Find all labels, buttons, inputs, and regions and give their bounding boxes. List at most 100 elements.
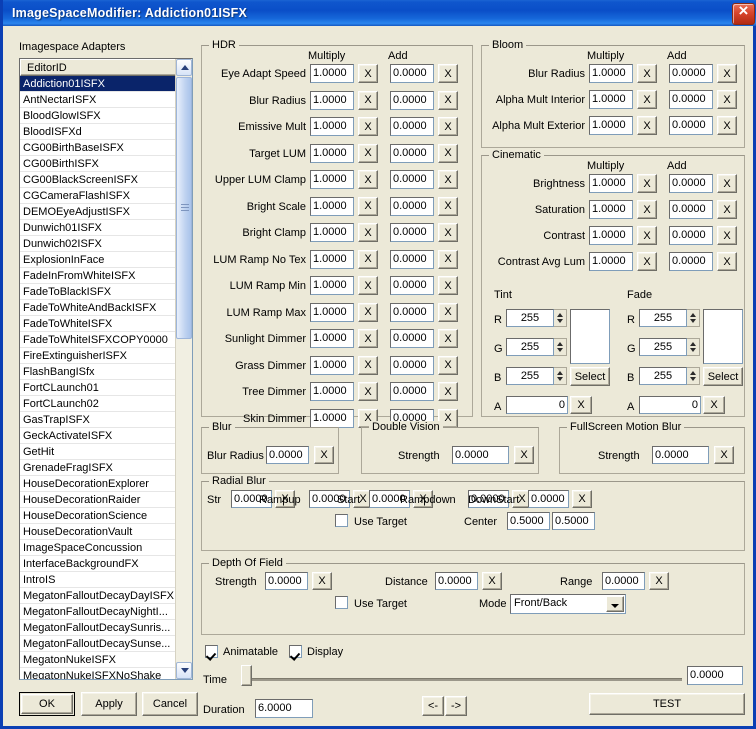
tint-select-button[interactable]: Select: [570, 367, 610, 386]
hdr-multiply-clear-button[interactable]: X: [358, 382, 378, 401]
list-item[interactable]: FadeToWhiteAndBackISFX: [20, 300, 177, 316]
radial-blur-center-y-input[interactable]: 0.5000: [552, 512, 595, 530]
cinematic-add-clear-button[interactable]: X: [717, 252, 737, 271]
list-item[interactable]: GetHit: [20, 444, 177, 460]
list-item[interactable]: HouseDecorationRaider: [20, 492, 177, 508]
list-item[interactable]: AntNectarISFX: [20, 92, 177, 108]
bloom-multiply-clear-button[interactable]: X: [637, 90, 657, 109]
scroll-up-icon[interactable]: [176, 59, 192, 76]
tint-color-swatch[interactable]: [570, 309, 610, 364]
double-vision-strength-input[interactable]: 0.0000: [452, 446, 509, 464]
hdr-add-input[interactable]: 0.0000: [390, 223, 434, 242]
hdr-add-clear-button[interactable]: X: [438, 64, 458, 83]
bloom-add-clear-button[interactable]: X: [717, 90, 737, 109]
close-icon[interactable]: [732, 1, 755, 25]
fsmb-strength-input[interactable]: 0.0000: [652, 446, 709, 464]
list-item[interactable]: HouseDecorationVault: [20, 524, 177, 540]
dof-mode-select[interactable]: Front/Back: [510, 594, 626, 614]
list-item[interactable]: FadeInFromWhiteISFX: [20, 268, 177, 284]
hdr-add-clear-button[interactable]: X: [438, 196, 458, 216]
bloom-multiply-input[interactable]: 1.0000: [589, 90, 633, 109]
time-slider-thumb[interactable]: [241, 665, 252, 686]
fade-b-input[interactable]: 255: [639, 367, 687, 385]
hdr-multiply-input[interactable]: 1.0000: [310, 223, 354, 242]
list-item[interactable]: MegatonFalloutDecaySunris...: [20, 620, 177, 636]
scrollbar-thumb[interactable]: [176, 77, 192, 339]
list-item[interactable]: GrenadeFragISFX: [20, 460, 177, 476]
list-item[interactable]: HouseDecorationExplorer: [20, 476, 177, 492]
hdr-add-clear-button[interactable]: X: [438, 355, 458, 375]
cinematic-multiply-clear-button[interactable]: X: [637, 252, 657, 271]
apply-button[interactable]: Apply: [81, 692, 137, 716]
radial-blur-field-clear-button[interactable]: X: [572, 490, 592, 508]
cinematic-add-input[interactable]: 0.0000: [669, 252, 713, 271]
list-item[interactable]: FortCLaunch01: [20, 380, 177, 396]
cinematic-add-clear-button[interactable]: X: [717, 174, 737, 193]
hdr-add-input[interactable]: 0.0000: [390, 329, 434, 348]
dof-field-clear-button[interactable]: X: [482, 572, 502, 590]
list-item[interactable]: Dunwich01ISFX: [20, 220, 177, 236]
next-frame-button[interactable]: ->: [445, 696, 467, 716]
cinematic-multiply-input[interactable]: 1.0000: [589, 174, 633, 193]
list-item[interactable]: CG00BirthBaseISFX: [20, 140, 177, 156]
list-item[interactable]: Dunwich02ISFX: [20, 236, 177, 252]
list-item[interactable]: BloodISFXd: [20, 124, 177, 140]
hdr-multiply-clear-button[interactable]: X: [358, 249, 378, 269]
hdr-multiply-clear-button[interactable]: X: [358, 143, 378, 163]
fade-g-spinner[interactable]: [687, 338, 700, 356]
prev-frame-button[interactable]: <-: [422, 696, 444, 716]
list-item[interactable]: MegatonFalloutDecaySunse...: [20, 636, 177, 652]
hdr-multiply-input[interactable]: 1.0000: [310, 143, 354, 163]
hdr-add-clear-button[interactable]: X: [438, 143, 458, 163]
bloom-add-clear-button[interactable]: X: [717, 64, 737, 83]
list-item[interactable]: InterfaceBackgroundFX: [20, 556, 177, 572]
hdr-multiply-input[interactable]: 1.0000: [310, 64, 354, 83]
time-slider-track[interactable]: [247, 678, 682, 681]
imagespace-adapters-listbox[interactable]: EditorID Addiction01ISFX AntNectarISFX Blo…: [19, 58, 193, 680]
tint-clear-button[interactable]: X: [570, 396, 592, 414]
cinematic-multiply-clear-button[interactable]: X: [637, 174, 657, 193]
dof-field-clear-button[interactable]: X: [312, 572, 332, 590]
hdr-multiply-input[interactable]: 1.0000: [310, 329, 354, 348]
list-item[interactable]: MegatonNukeISFX: [20, 652, 177, 668]
hdr-add-clear-button[interactable]: X: [438, 329, 458, 348]
dof-field-input[interactable]: 0.0000: [265, 572, 308, 590]
list-item[interactable]: CG00BlackScreenISFX: [20, 172, 177, 188]
hdr-add-clear-button[interactable]: X: [438, 117, 458, 136]
hdr-add-input[interactable]: 0.0000: [390, 196, 434, 216]
hdr-multiply-input[interactable]: 1.0000: [310, 170, 354, 189]
display-checkbox[interactable]: [289, 645, 302, 658]
fade-a-input[interactable]: 0: [639, 396, 701, 414]
fsmb-clear-button[interactable]: X: [714, 446, 734, 464]
tint-g-input[interactable]: 255: [506, 338, 554, 356]
list-item[interactable]: GeckActivateISFX: [20, 428, 177, 444]
cinematic-add-input[interactable]: 0.0000: [669, 226, 713, 245]
hdr-multiply-clear-button[interactable]: X: [358, 329, 378, 348]
list-item[interactable]: ExplosionInFace: [20, 252, 177, 268]
hdr-add-clear-button[interactable]: X: [438, 90, 458, 110]
hdr-add-clear-button[interactable]: X: [438, 223, 458, 242]
radial-blur-center-x-input[interactable]: 0.5000: [507, 512, 550, 530]
hdr-multiply-input[interactable]: 1.0000: [310, 408, 354, 428]
bloom-multiply-input[interactable]: 1.0000: [589, 64, 633, 83]
list-item[interactable]: GasTrapISFX: [20, 412, 177, 428]
hdr-multiply-clear-button[interactable]: X: [358, 276, 378, 295]
fade-color-swatch[interactable]: [703, 309, 743, 364]
hdr-multiply-clear-button[interactable]: X: [358, 170, 378, 189]
list-item[interactable]: Addiction01ISFX: [20, 76, 177, 92]
cinematic-multiply-input[interactable]: 1.0000: [589, 252, 633, 271]
chevron-down-icon[interactable]: [606, 596, 624, 612]
fade-r-input[interactable]: 255: [639, 309, 687, 327]
bloom-multiply-input[interactable]: 1.0000: [589, 116, 633, 135]
list-item[interactable]: FireExtinguisherISFX: [20, 348, 177, 364]
cinematic-multiply-input[interactable]: 1.0000: [589, 200, 633, 219]
hdr-add-clear-button[interactable]: X: [438, 276, 458, 295]
tint-r-input[interactable]: 255: [506, 309, 554, 327]
tint-g-spinner[interactable]: [554, 338, 567, 356]
scroll-down-icon[interactable]: [176, 662, 192, 679]
cinematic-add-input[interactable]: 0.0000: [669, 200, 713, 219]
cinematic-add-input[interactable]: 0.0000: [669, 174, 713, 193]
ok-button[interactable]: OK: [19, 692, 75, 716]
hdr-add-clear-button[interactable]: X: [438, 170, 458, 189]
hdr-multiply-clear-button[interactable]: X: [358, 355, 378, 375]
